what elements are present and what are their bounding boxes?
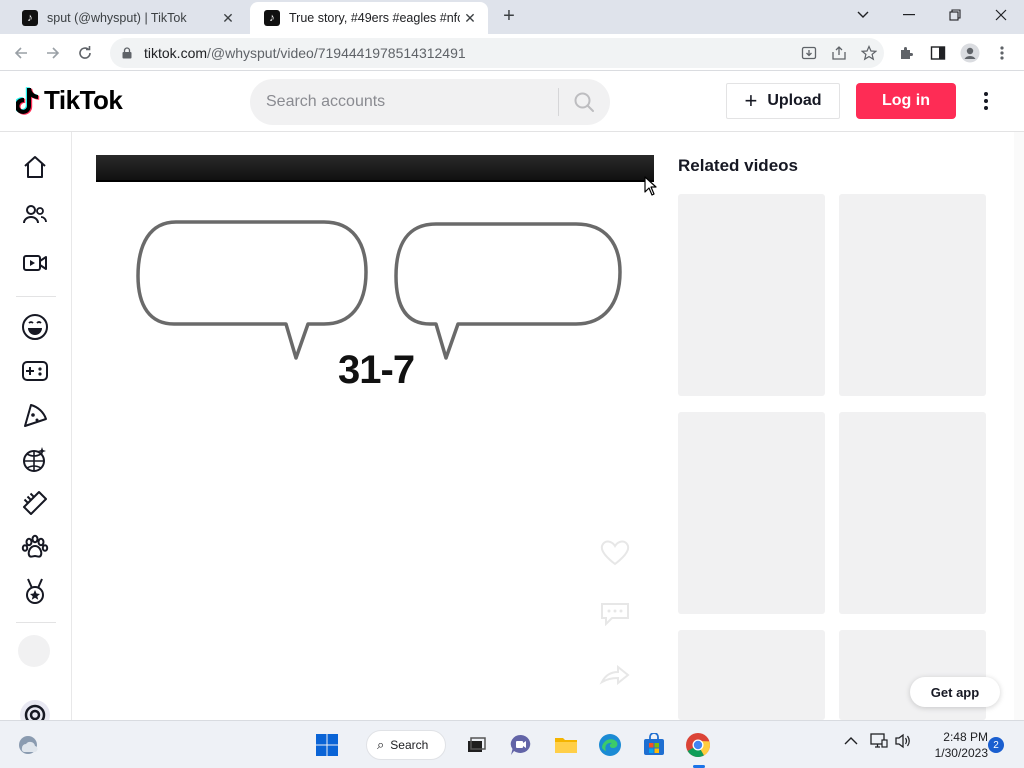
back-button[interactable] — [8, 40, 34, 66]
nav-divider — [16, 296, 56, 297]
clock-time: 2:48 PM — [943, 730, 988, 744]
related-video-card[interactable] — [839, 194, 986, 396]
tiktok-favicon-icon: ♪ — [22, 10, 38, 26]
file-explorer-icon[interactable] — [552, 731, 580, 759]
browser-toolbar: tiktok.com/@whysput/video/71944419785143… — [0, 34, 1024, 71]
mouse-cursor-icon — [644, 176, 657, 196]
search-icon — [574, 92, 594, 112]
new-tab-button[interactable]: + — [498, 6, 520, 28]
get-app-button[interactable]: Get app — [910, 677, 1000, 707]
chrome-browser-icon[interactable] — [684, 731, 712, 759]
url-text: tiktok.com/@whysput/video/71944419785143… — [144, 45, 466, 61]
food-pizza-icon[interactable] — [18, 398, 52, 432]
home-icon[interactable] — [18, 150, 52, 184]
plus-icon: + — [744, 88, 758, 113]
live-video-icon[interactable] — [18, 246, 52, 280]
tray-overflow-chevron-icon[interactable] — [844, 733, 858, 749]
gaming-controller-icon[interactable] — [18, 354, 52, 388]
task-view-icon[interactable] — [462, 731, 490, 759]
bookmark-star-icon[interactable] — [854, 38, 884, 68]
search-input[interactable] — [250, 93, 550, 111]
sports-medal-icon[interactable] — [18, 574, 52, 608]
taskbar-search-label: Search — [390, 738, 429, 752]
video-player[interactable]: 31-7 — [72, 132, 666, 720]
comment-bubble-icon[interactable] — [598, 600, 632, 626]
browser-tabstrip: ♪ sput (@whysput) | TikTok ✕ ♪ True stor… — [0, 0, 1024, 34]
account-avatar-placeholder[interactable] — [18, 635, 50, 667]
login-button[interactable]: Log in — [856, 83, 956, 119]
clock-date: 1/30/2023 — [934, 746, 988, 760]
lock-icon — [120, 46, 134, 60]
speech-bubbles-graphic — [136, 220, 622, 360]
left-nav — [0, 132, 72, 730]
related-videos-heading: Related videos — [678, 156, 798, 175]
teams-chat-icon[interactable] — [507, 731, 535, 759]
tab-title: True story, #49ers #eagles #nfc # — [289, 11, 460, 25]
video-score-text: 31-7 — [338, 348, 415, 392]
side-panel-icon[interactable] — [924, 39, 952, 67]
address-bar[interactable]: tiktok.com/@whysput/video/71944419785143… — [110, 38, 884, 68]
comedy-smile-icon[interactable] — [18, 310, 52, 344]
more-options-icon[interactable] — [974, 89, 998, 113]
tab-close-icon[interactable]: ✕ — [460, 8, 480, 28]
tab-search-chevron-icon[interactable] — [840, 0, 886, 30]
forward-button[interactable] — [40, 40, 66, 66]
upload-button[interactable]: + Upload — [726, 83, 840, 119]
share-arrow-icon[interactable] — [598, 662, 632, 688]
volume-speaker-icon[interactable] — [894, 733, 912, 752]
beauty-comb-icon[interactable] — [18, 486, 52, 520]
dance-disco-ball-icon[interactable] — [18, 442, 52, 476]
tab-title: sput (@whysput) | TikTok — [47, 11, 187, 25]
upload-label: Upload — [767, 92, 822, 109]
search-icon: ⌕ — [377, 737, 385, 752]
nav-divider — [16, 622, 56, 623]
minimize-button[interactable] — [886, 0, 932, 30]
share-icon[interactable] — [824, 38, 854, 68]
windows-start-icon[interactable] — [313, 731, 341, 759]
tiktok-logo[interactable]: TikTok — [13, 85, 123, 116]
search-bar — [250, 79, 610, 125]
browser-tab-video[interactable]: ♪ True story, #49ers #eagles #nfc # ✕ — [250, 2, 488, 34]
network-display-icon[interactable] — [870, 733, 888, 752]
search-button[interactable] — [559, 79, 609, 125]
tab-close-icon[interactable]: ✕ — [218, 8, 238, 28]
related-video-card[interactable] — [678, 412, 825, 614]
install-app-icon[interactable] — [794, 38, 824, 68]
related-video-card[interactable] — [839, 412, 986, 614]
microsoft-store-icon[interactable] — [640, 731, 668, 759]
like-heart-icon[interactable] — [598, 540, 632, 566]
profile-avatar-icon[interactable] — [956, 39, 984, 67]
restore-button[interactable] — [932, 0, 978, 30]
video-top-gradient-bar — [96, 155, 654, 182]
following-people-icon[interactable] — [18, 198, 52, 232]
taskbar-search-button[interactable]: ⌕ Search — [366, 730, 446, 760]
tiktok-note-icon — [13, 86, 40, 116]
browser-tab-profile[interactable]: ♪ sput (@whysput) | TikTok ✕ — [8, 2, 246, 34]
tiktok-favicon-icon: ♪ — [264, 10, 280, 26]
notification-badge[interactable]: 2 — [988, 737, 1004, 753]
close-window-button[interactable] — [978, 0, 1024, 30]
reload-button[interactable] — [72, 40, 98, 66]
system-clock[interactable]: 2:48 PM 1/30/2023 — [918, 729, 988, 761]
extensions-puzzle-icon[interactable] — [892, 39, 920, 67]
tiktok-header: TikTok + Upload Log in — [0, 71, 1024, 132]
page-scrollbar[interactable] — [1014, 132, 1024, 720]
weather-widget-icon[interactable] — [14, 731, 42, 759]
related-video-card[interactable] — [678, 194, 825, 396]
related-video-card[interactable] — [678, 630, 825, 720]
logo-wordmark: TikTok — [44, 85, 123, 115]
animals-paw-icon[interactable] — [18, 530, 52, 564]
edge-browser-icon[interactable] — [596, 731, 624, 759]
chrome-menu-icon[interactable] — [988, 39, 1016, 67]
windows-taskbar: ⌕ Search 2:48 PM 1/30/2023 2 — [0, 720, 1024, 768]
